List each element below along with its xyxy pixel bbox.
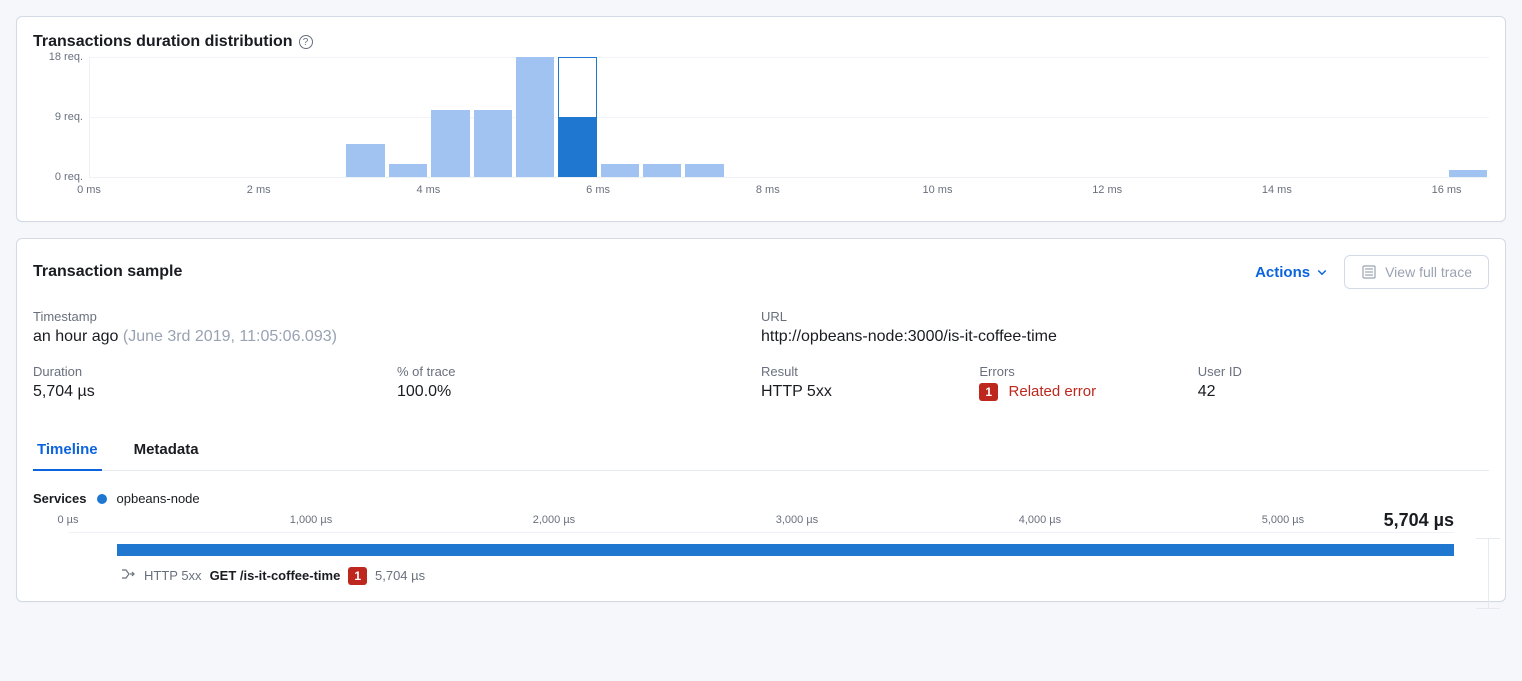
error-count-badge: 1	[979, 383, 998, 401]
services-label: Services	[33, 491, 87, 506]
timeline-grid	[68, 532, 1454, 542]
span-label-row: HTTP 5xx GET /is-it-coffee-time 1 5,704 …	[68, 566, 1454, 585]
histogram-x-tick: 4 ms	[416, 184, 440, 196]
histogram-bar[interactable]	[516, 57, 554, 177]
meta-errors: Errors 1 Related error	[979, 364, 1197, 401]
histogram-y-axis: 18 req.9 req.0 req.	[33, 57, 89, 177]
timeline-tick: 1,000 µs	[290, 514, 332, 526]
histogram-x-tick: 16 ms	[1432, 184, 1462, 196]
duration-label: Duration	[33, 364, 373, 379]
timeline-tick: 2,000 µs	[533, 514, 575, 526]
errors-label: Errors	[979, 364, 1173, 379]
histogram-panel: Transactions duration distribution ? 18 …	[16, 16, 1506, 222]
histogram-bar[interactable]	[431, 110, 469, 177]
related-error-link[interactable]: Related error	[1009, 383, 1097, 400]
histogram-x-tick: 6 ms	[586, 184, 610, 196]
userid-label: User ID	[1198, 364, 1465, 379]
timestamp-absolute: (June 3rd 2019, 11:05:06.093)	[123, 328, 337, 345]
meta-duration: Duration 5,704 µs	[33, 364, 397, 401]
timeline-area: 5,704 µs 0 µs1,000 µs2,000 µs3,000 µs4,0…	[68, 514, 1454, 585]
histogram-bar[interactable]	[474, 110, 512, 177]
result-label: Result	[761, 364, 955, 379]
histogram-x-tick: 14 ms	[1262, 184, 1292, 196]
tab-metadata[interactable]: Metadata	[130, 431, 203, 470]
services-legend: Services opbeans-node	[33, 491, 1489, 506]
histogram-bar-selected-fill[interactable]	[558, 117, 596, 177]
timeline-tick: 4,000 µs	[1019, 514, 1061, 526]
timeline-ruler: 5,704 µs 0 µs1,000 µs2,000 µs3,000 µs4,0…	[68, 514, 1454, 532]
view-full-trace-button[interactable]: View full trace	[1344, 255, 1489, 289]
histogram-bar[interactable]	[643, 164, 681, 177]
histogram-x-tick: 2 ms	[247, 184, 271, 196]
meta-url: URL http://opbeans-node:3000/is-it-coffe…	[761, 309, 1489, 346]
histogram-x-tick: 8 ms	[756, 184, 780, 196]
userid-value: 42	[1198, 383, 1465, 401]
histogram-title: Transactions duration distribution ?	[33, 33, 1489, 51]
pct-value: 100.0%	[397, 383, 737, 401]
histogram-title-text: Transactions duration distribution	[33, 33, 293, 51]
timestamp-label: Timestamp	[33, 309, 737, 324]
histogram-body: 18 req.9 req.0 req.	[33, 57, 1489, 177]
timeline-lane: HTTP 5xx GET /is-it-coffee-time 1 5,704 …	[68, 544, 1454, 585]
span-name[interactable]: GET /is-it-coffee-time	[210, 568, 341, 583]
result-value: HTTP 5xx	[761, 383, 955, 401]
sample-tabs: Timeline Metadata	[33, 431, 1489, 471]
errors-value: 1 Related error	[979, 383, 1173, 401]
timestamp-value: an hour ago (June 3rd 2019, 11:05:06.093…	[33, 328, 737, 346]
transaction-sample-panel: Transaction sample Actions View full tra…	[16, 238, 1506, 602]
histogram-y-tick: 18 req.	[49, 51, 89, 63]
tab-timeline[interactable]: Timeline	[33, 431, 102, 470]
service-color-dot	[97, 494, 107, 504]
timestamp-relative: an hour ago	[33, 328, 118, 345]
span-bar[interactable]	[117, 544, 1454, 556]
histogram-bar[interactable]	[685, 164, 723, 177]
histogram-bars	[90, 57, 1489, 177]
trace-icon	[1361, 264, 1377, 280]
histogram-y-tick: 9 req.	[55, 111, 89, 123]
service-name: opbeans-node	[117, 491, 200, 506]
timeline-tick: 3,000 µs	[776, 514, 818, 526]
sample-header: Transaction sample Actions View full tra…	[33, 255, 1489, 289]
trace-button-label: View full trace	[1385, 264, 1472, 280]
histogram-bar[interactable]	[601, 164, 639, 177]
meta-row-1: Timestamp an hour ago (June 3rd 2019, 11…	[33, 309, 1489, 364]
meta-row-2: Duration 5,704 µs % of trace 100.0% Resu…	[33, 364, 1489, 419]
histogram-bar[interactable]	[1449, 170, 1487, 177]
meta-pct: % of trace 100.0%	[397, 364, 761, 401]
actions-dropdown[interactable]: Actions	[1255, 264, 1328, 281]
sample-title: Transaction sample	[33, 263, 1239, 281]
span-merge-icon	[120, 566, 136, 585]
actions-label: Actions	[1255, 264, 1310, 281]
histogram-plot[interactable]	[89, 57, 1489, 177]
span-error-badge: 1	[348, 567, 367, 585]
help-icon[interactable]: ?	[299, 35, 313, 49]
timeline-tick: 0 µs	[57, 514, 78, 526]
lane-bracket	[1488, 538, 1489, 609]
chevron-down-icon	[1316, 266, 1328, 278]
span-lane[interactable]	[68, 544, 1454, 558]
histogram-y-tick: 0 req.	[55, 171, 89, 183]
meta-userid: User ID 42	[1198, 364, 1489, 401]
timeline-tick: 5,000 µs	[1262, 514, 1304, 526]
histogram-x-tick: 12 ms	[1092, 184, 1122, 196]
pct-label: % of trace	[397, 364, 737, 379]
histogram-x-tick: 0 ms	[77, 184, 101, 196]
meta-result: Result HTTP 5xx	[761, 364, 979, 401]
span-duration: 5,704 µs	[375, 568, 425, 583]
histogram-bar[interactable]	[346, 144, 384, 177]
histogram-x-axis: 0 ms2 ms4 ms6 ms8 ms10 ms12 ms14 ms16 ms	[89, 177, 1489, 205]
duration-value: 5,704 µs	[33, 383, 373, 401]
histogram-x-tick: 10 ms	[923, 184, 953, 196]
span-http-status: HTTP 5xx	[144, 568, 202, 583]
timeline-total: 5,704 µs	[1384, 510, 1454, 531]
meta-timestamp: Timestamp an hour ago (June 3rd 2019, 11…	[33, 309, 761, 346]
url-label: URL	[761, 309, 1465, 324]
url-value: http://opbeans-node:3000/is-it-coffee-ti…	[761, 328, 1465, 346]
histogram-bar[interactable]	[389, 164, 427, 177]
